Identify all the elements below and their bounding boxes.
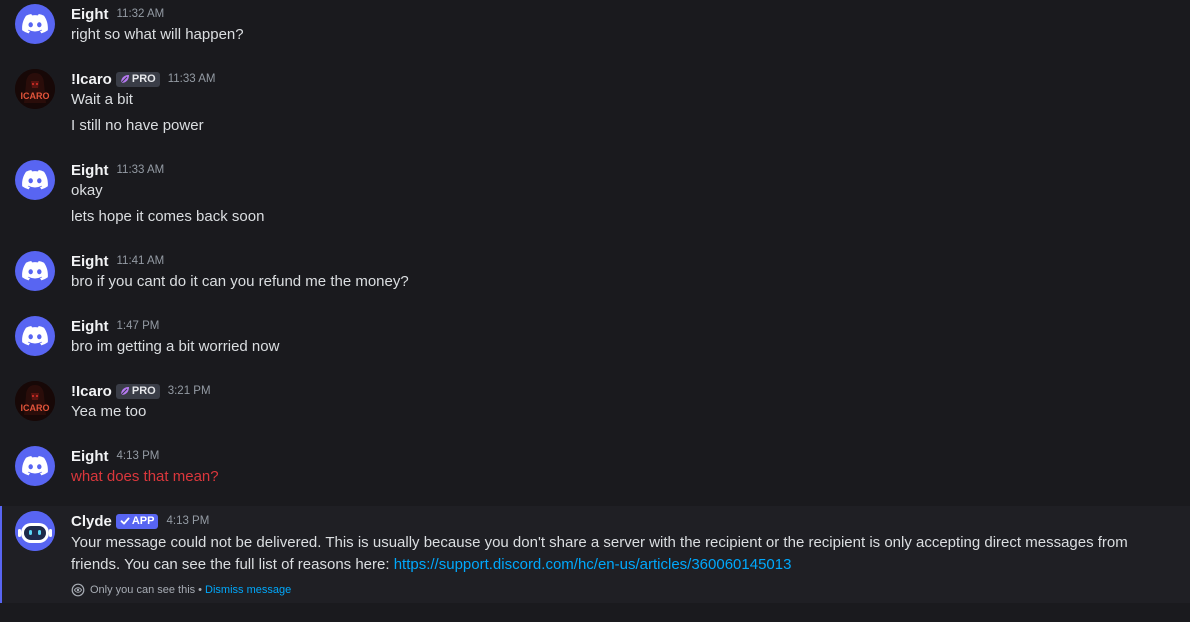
svg-text:ICARO: ICARO — [21, 91, 50, 101]
message-text: okay — [71, 182, 103, 199]
pro-badge[interactable]: PRO — [115, 71, 160, 87]
message-header: Eight 11:41 AM — [71, 251, 164, 271]
badge-label: PRO — [131, 385, 156, 397]
discord-logo-icon — [22, 326, 48, 346]
avatar[interactable] — [15, 160, 55, 200]
pro-badge[interactable]: PRO — [115, 383, 160, 399]
ephemeral-note: Only you can see this — [90, 584, 196, 596]
discord-logo-icon — [22, 14, 48, 34]
username[interactable]: Clyde — [71, 513, 112, 530]
timestamp[interactable]: 11:41 AM — [117, 255, 165, 267]
message-header: Eight 4:13 PM — [71, 446, 159, 466]
failed-message-text: what does that mean? — [71, 468, 219, 485]
username[interactable]: !Icaro — [71, 71, 112, 88]
icaro-avatar: ICARO — [15, 69, 55, 109]
checkmark-icon — [120, 517, 130, 525]
icaro-avatar: ICARO — [15, 381, 55, 421]
avatar[interactable]: ICARO — [15, 69, 55, 109]
message-header: Eight 11:33 AM — [71, 160, 164, 180]
message-text: Yea me too — [71, 403, 147, 420]
timestamp[interactable]: 11:33 AM — [168, 73, 216, 85]
avatar[interactable] — [15, 4, 55, 44]
support-link[interactable]: https://support.discord.com/hc/en-us/art… — [394, 556, 792, 573]
avatar[interactable] — [15, 316, 55, 356]
timestamp[interactable]: 11:32 AM — [117, 8, 165, 20]
discord-logo-icon — [22, 456, 48, 476]
svg-text:ICARO: ICARO — [21, 403, 50, 413]
timestamp[interactable]: 1:47 PM — [117, 320, 160, 332]
username[interactable]: Eight — [71, 448, 109, 465]
username[interactable]: Eight — [71, 6, 109, 23]
username[interactable]: Eight — [71, 162, 109, 179]
avatar[interactable] — [15, 511, 55, 551]
message-text: I still no have power — [71, 117, 204, 134]
leaf-icon — [120, 387, 129, 396]
separator: • — [198, 584, 203, 596]
dismiss-message-link[interactable]: Dismiss message — [205, 584, 291, 596]
timestamp[interactable]: 4:13 PM — [117, 450, 160, 462]
message-text: bro im getting a bit worried now — [71, 338, 280, 355]
message-header: Eight 11:32 AM — [71, 4, 164, 24]
avatar[interactable] — [15, 446, 55, 486]
badge-label: PRO — [131, 73, 156, 85]
message-header: !Icaro PRO 3:21 PM — [71, 381, 211, 401]
message-text: right so what will happen? — [71, 26, 244, 43]
avatar[interactable]: ICARO — [15, 381, 55, 421]
app-badge[interactable]: APP — [115, 513, 159, 529]
ephemeral-notice: Only you can see this • Dismiss message — [71, 582, 291, 598]
clyde-bot-icon — [15, 511, 55, 551]
message-text: lets hope it comes back soon — [71, 208, 265, 225]
ephemeral-accent-bar — [0, 506, 2, 603]
chat-messages: Eight 11:32 AM right so what will happen… — [0, 0, 1190, 622]
message-header: Clyde APP 4:13 PM — [71, 511, 209, 531]
avatar[interactable] — [15, 251, 55, 291]
eye-icon — [71, 583, 85, 597]
username[interactable]: Eight — [71, 253, 109, 270]
username[interactable]: !Icaro — [71, 383, 112, 400]
message-header: Eight 1:47 PM — [71, 316, 159, 336]
message-text: Wait a bit — [71, 91, 133, 108]
discord-logo-icon — [22, 261, 48, 281]
message-header: !Icaro PRO 11:33 AM — [71, 69, 215, 89]
timestamp[interactable]: 3:21 PM — [168, 385, 211, 397]
badge-label: APP — [131, 515, 155, 527]
leaf-icon — [120, 75, 129, 84]
clyde-message-text: Your message could not be delivered. Thi… — [71, 532, 1161, 576]
username[interactable]: Eight — [71, 318, 109, 335]
timestamp[interactable]: 11:33 AM — [117, 164, 165, 176]
discord-logo-icon — [22, 170, 48, 190]
timestamp[interactable]: 4:13 PM — [166, 515, 209, 527]
message-text: bro if you cant do it can you refund me … — [71, 273, 409, 290]
